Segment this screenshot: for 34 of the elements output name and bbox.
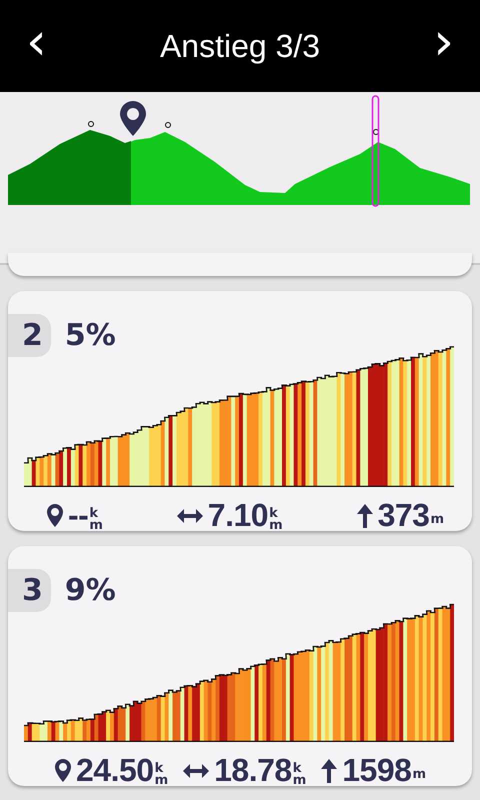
unit-label: k — [154, 762, 164, 774]
double-arrow-icon — [176, 508, 204, 524]
forward-button[interactable]: › — [425, 16, 462, 76]
up-arrow-icon — [320, 758, 338, 784]
climb-number: 2 — [8, 314, 51, 356]
unit-label: m — [89, 520, 103, 531]
back-button[interactable]: ‹ — [18, 16, 55, 76]
elevation-gain: 1598 — [342, 752, 412, 786]
summit-marker-icon — [88, 121, 94, 127]
position-cursor[interactable] — [372, 95, 380, 207]
average-grade: 9% — [64, 572, 116, 608]
climb-length: 7.10 — [208, 497, 268, 531]
climb-number: 3 — [8, 568, 51, 612]
distance-to-start: -- — [68, 497, 88, 531]
unit-label: m — [269, 520, 283, 531]
summit-marker-icon — [165, 122, 171, 128]
unit-label: k — [269, 508, 279, 520]
unit-label: k — [292, 762, 302, 774]
distance-to-start: 24.50 — [76, 752, 154, 786]
double-arrow-icon — [182, 762, 210, 778]
elevation-gain: 373 — [378, 497, 430, 531]
summit-marker-icon — [373, 129, 379, 135]
average-grade: 5% — [64, 318, 116, 352]
unit-label: m — [430, 514, 444, 526]
unit-label: k — [89, 508, 99, 520]
unit-label: m — [412, 768, 426, 780]
screen-title: Anstieg 3/3 — [160, 28, 320, 64]
up-arrow-icon — [356, 502, 374, 528]
unit-label: m — [292, 774, 306, 786]
unit-label: m — [154, 774, 168, 786]
climb-length: 18.78 — [214, 752, 292, 786]
location-pin-icon — [120, 101, 146, 136]
location-pin-icon — [54, 758, 72, 784]
location-pin-icon — [46, 502, 64, 528]
